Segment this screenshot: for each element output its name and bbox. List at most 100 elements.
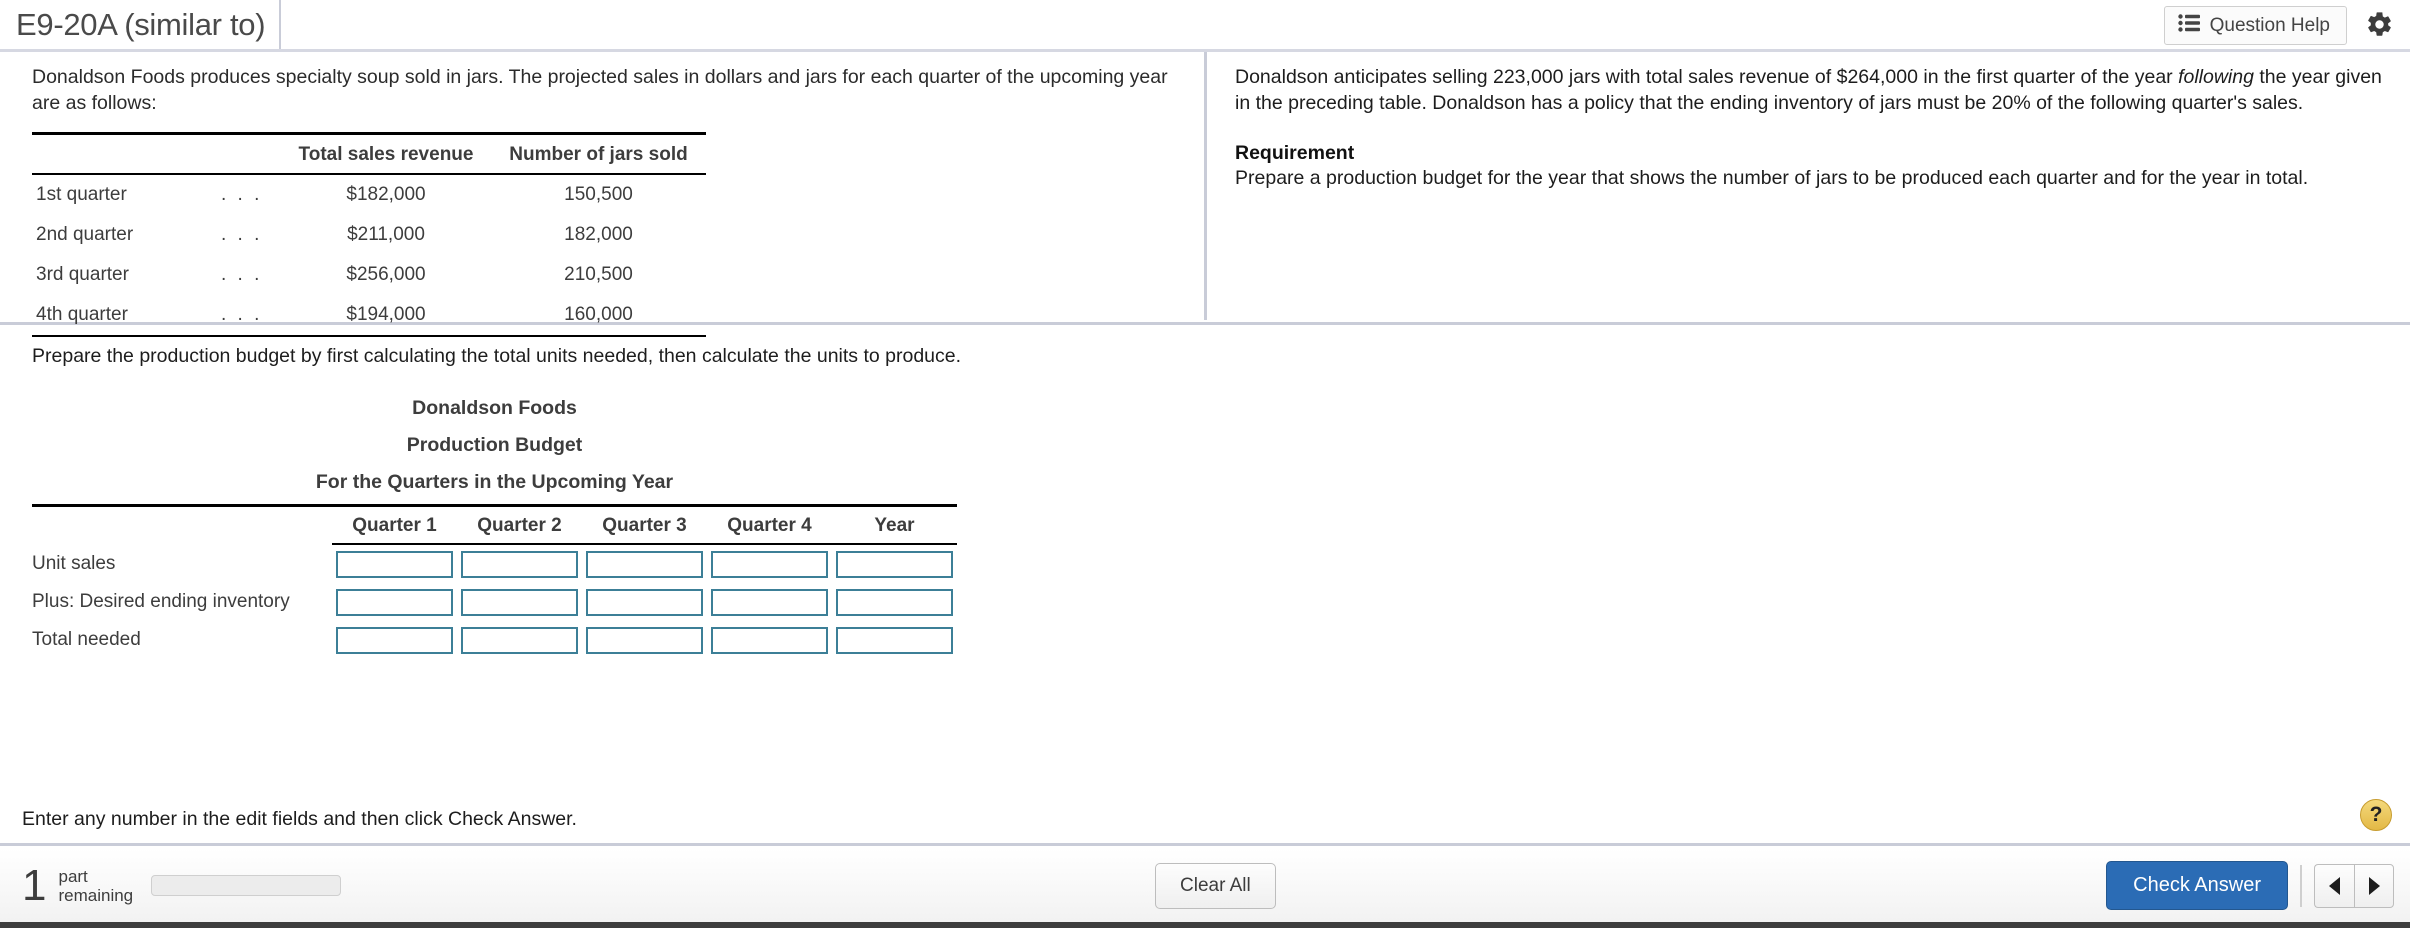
col-quarter-header: [32, 133, 221, 175]
previous-question-button[interactable]: [2314, 863, 2354, 908]
cell-stack: [332, 625, 457, 656]
page-title: E9-20A (similar to): [16, 6, 266, 42]
parts-word-line2: remaining: [58, 885, 134, 905]
input-total-needed-q1[interactable]: [336, 626, 453, 654]
footer-note-text: Enter any number in the edit fields and …: [22, 808, 577, 830]
budget-cell: [457, 621, 582, 659]
budget-cell: [582, 583, 707, 621]
progress-bar: [151, 875, 342, 896]
table-header-row: Total sales revenue Number of jars sold: [32, 133, 706, 175]
projected-sales-table: Total sales revenue Number of jars sold …: [32, 132, 706, 337]
footer-note-bar: Enter any number in the edit fields and …: [0, 799, 2410, 846]
input-total-needed-q3[interactable]: [586, 626, 703, 654]
bottom-right-controls: Check Answer: [2106, 861, 2394, 910]
problem-statement-region: Donaldson Foods produces specialty soup …: [0, 52, 2410, 337]
budget-cell: [832, 621, 957, 659]
list-icon: [2177, 14, 2200, 37]
input-unit-sales-q4[interactable]: [711, 550, 828, 578]
requirement-heading: Requirement: [1235, 142, 1355, 164]
cell-stack: [832, 625, 957, 656]
input-ending-inventory-q3[interactable]: [586, 588, 703, 616]
budget-header-row: Quarter 1 Quarter 2 Quarter 3 Quarter 4 …: [32, 505, 957, 545]
projected-sales-head: Total sales revenue Number of jars sold: [32, 133, 706, 175]
budget-col-header-q1: Quarter 1: [332, 505, 457, 545]
input-total-needed-q4[interactable]: [711, 626, 828, 654]
parts-word-line1: part: [58, 866, 88, 886]
input-ending-inventory-year[interactable]: [836, 588, 953, 616]
input-unit-sales-q3[interactable]: [586, 550, 703, 578]
cell-stack: [582, 549, 707, 580]
check-answer-button[interactable]: Check Answer: [2106, 861, 2288, 910]
gear-icon: [2365, 10, 2394, 42]
budget-cell: [457, 544, 582, 583]
cell-stack: [707, 587, 832, 618]
cell-stack: [332, 549, 457, 580]
budget-cell: [332, 583, 457, 621]
triangle-right-icon: [2368, 876, 2380, 895]
question-help-label: Question Help: [2209, 14, 2330, 36]
header-actions: Question Help: [2163, 6, 2398, 45]
input-total-needed-year[interactable]: [836, 626, 953, 654]
row-dots: . . .: [221, 184, 263, 205]
row-revenue: $211,000: [347, 224, 425, 245]
clear-all-button[interactable]: Clear All: [1155, 862, 1276, 909]
cell-stack: [457, 625, 582, 656]
row-dots: . . .: [221, 224, 263, 245]
budget-row-label-unit-sales: Unit sales: [32, 552, 116, 574]
col-revenue-header: Total sales revenue: [281, 133, 491, 175]
table-row: Unit sales: [32, 544, 957, 583]
input-total-needed-q2[interactable]: [461, 626, 578, 654]
problem-right-panel: Donaldson anticipates selling 223,000 ja…: [1210, 52, 2410, 320]
next-question-button[interactable]: [2354, 863, 2394, 908]
cell-stack: [832, 587, 957, 618]
settings-button[interactable]: [2361, 10, 2398, 42]
budget-col-header-q3: Quarter 3: [582, 505, 707, 545]
divider: [2300, 864, 2302, 907]
budget-row-label-total-needed: Total needed: [32, 629, 141, 650]
detail-part-a: Donaldson anticipates selling 223,000 ja…: [1235, 66, 2179, 88]
input-ending-inventory-q4[interactable]: [711, 588, 828, 616]
cell-stack: [332, 587, 457, 618]
input-unit-sales-year[interactable]: [836, 550, 953, 578]
row-label: 3rd quarter: [36, 264, 129, 285]
problem-left-panel: Donaldson Foods produces specialty soup …: [0, 52, 1207, 337]
parts-remaining-label: part remaining: [58, 867, 133, 905]
production-budget-table: Quarter 1 Quarter 2 Quarter 3 Quarter 4 …: [32, 504, 957, 659]
input-ending-inventory-q1[interactable]: [336, 588, 453, 616]
budget-col-header-q4: Quarter 4: [707, 505, 832, 545]
input-ending-inventory-q2[interactable]: [461, 588, 578, 616]
projected-sales-body: 1st quarter . . . $182,000 150,500 2nd q…: [32, 174, 706, 337]
budget-row-label-desired-ending-inventory: Plus: Desired ending inventory: [32, 591, 290, 612]
budget-table-body: Unit sales Plus: Desired ending inventor…: [32, 544, 957, 659]
row-revenue: $182,000: [346, 184, 426, 205]
budget-cell: [832, 544, 957, 583]
row-jars: 150,500: [564, 184, 633, 205]
help-icon[interactable]: ?: [2360, 799, 2392, 831]
question-help-button[interactable]: Question Help: [2163, 6, 2347, 45]
input-unit-sales-q1[interactable]: [336, 550, 453, 578]
row-jars: 182,000: [564, 224, 633, 245]
budget-cell: [707, 621, 832, 659]
cell-stack: [707, 625, 832, 656]
row-label: 1st quarter: [36, 184, 127, 205]
detail-emphasis: following: [2178, 66, 2254, 88]
col-jars-header: Number of jars sold: [491, 133, 706, 175]
row-jars: 210,500: [564, 264, 633, 285]
row-label: 2nd quarter: [36, 224, 134, 245]
table-row: Plus: Desired ending inventory: [32, 583, 957, 621]
budget-cell: [332, 621, 457, 659]
page-header: E9-20A (similar to) Question Help: [0, 0, 2410, 52]
answer-work-area: Prepare the production budget by first c…: [0, 325, 2410, 815]
cell-stack: [582, 587, 707, 618]
row-dots: . . .: [221, 264, 263, 285]
budget-cell: [707, 544, 832, 583]
requirement-text: Prepare a production budget for the year…: [1235, 167, 2309, 189]
cell-stack: [582, 625, 707, 656]
table-row: 3rd quarter . . . $256,000 210,500: [32, 255, 706, 295]
budget-cell: [332, 544, 457, 583]
parts-remaining-count: 1: [22, 860, 47, 910]
cell-stack: [707, 549, 832, 580]
problem-intro-text: Donaldson Foods produces specialty soup …: [32, 66, 1168, 114]
budget-table-head: Quarter 1 Quarter 2 Quarter 3 Quarter 4 …: [32, 505, 957, 545]
input-unit-sales-q2[interactable]: [461, 550, 578, 578]
